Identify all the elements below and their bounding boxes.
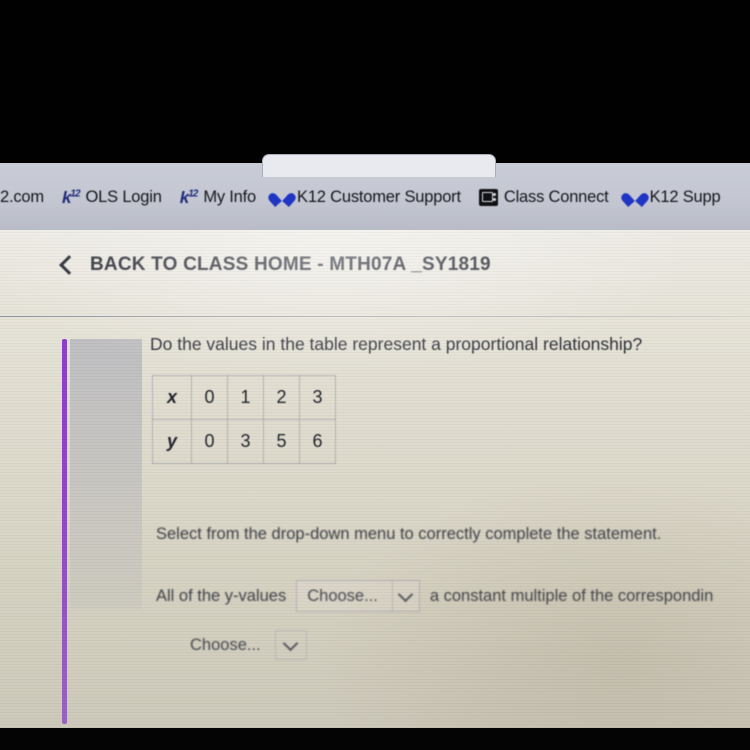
- dropdown-2[interactable]: Choose...: [180, 630, 307, 660]
- bookmark-label: 2.com: [0, 187, 44, 206]
- chevron-left-icon: [59, 254, 79, 275]
- table-cell: 0: [191, 419, 228, 464]
- chevron-down-icon: [274, 630, 307, 660]
- table-cell: 3: [299, 375, 336, 420]
- statement-suffix: a constant multiple of the correspondin: [429, 586, 714, 605]
- photo-letterbox-top: [0, 0, 750, 163]
- page-body: BACK TO CLASS HOME - MTH07A _SY1819 Do t…: [0, 230, 750, 728]
- back-to-class-home-link[interactable]: BACK TO CLASS HOME - MTH07A _SY1819: [59, 254, 491, 276]
- bookmark-item-k12-customer-support[interactable]: K12 Customer Support: [265, 182, 470, 212]
- heart-icon: [627, 190, 644, 205]
- chevron-down-icon: [391, 581, 419, 611]
- bookmark-label: K12 Customer Support: [297, 187, 461, 206]
- statement-prefix: All of the y-values: [156, 586, 287, 605]
- table-row-label: y: [152, 419, 192, 464]
- k12-logo-icon: k12: [179, 187, 199, 207]
- k12-logo-icon: k12: [61, 187, 81, 207]
- table-row: x 0 1 2 3: [152, 375, 336, 420]
- table-cell: 1: [227, 375, 264, 420]
- bookmark-item-ols-login[interactable]: k12 OLS Login: [53, 182, 171, 212]
- page-header: BACK TO CLASS HOME - MTH07A _SY1819: [0, 230, 750, 317]
- values-table: x 0 1 2 3 y 0 3 5 6: [152, 375, 336, 464]
- question-text: Do the values in the table represent a p…: [150, 334, 643, 354]
- table-cell: 2: [263, 375, 300, 420]
- question-panel: Do the values in the table represent a p…: [62, 318, 750, 728]
- dropdown-1[interactable]: Choose...: [296, 580, 420, 612]
- table-cell: 0: [191, 375, 228, 420]
- instruction-text: Select from the drop-down menu to correc…: [156, 525, 662, 543]
- table-cell: 5: [263, 419, 300, 464]
- statement-line-1: All of the y-values Choose... a constant…: [156, 580, 713, 612]
- bookmark-label: Class Connect: [503, 187, 609, 206]
- bookmarks-list: 2.com k12 OLS Login k12 My Info K12 Cust…: [0, 179, 750, 215]
- browser-tab[interactable]: [262, 154, 496, 177]
- table-cell: 3: [227, 419, 264, 464]
- screenshot-root: 2.com k12 OLS Login k12 My Info K12 Cust…: [0, 0, 750, 750]
- heart-icon: [274, 190, 291, 205]
- bookmark-label: OLS Login: [85, 187, 162, 206]
- dropdown-1-value: Choose...: [307, 586, 378, 605]
- back-link-label: BACK TO CLASS HOME - MTH07A _SY1819: [90, 254, 491, 275]
- bookmark-item-k12-support[interactable]: K12 Supp: [618, 182, 730, 212]
- side-gray-panel: [70, 339, 142, 609]
- statement-line-2: Choose...: [180, 630, 317, 660]
- bookmark-item-my-info[interactable]: k12 My Info: [171, 182, 265, 212]
- dropdown-2-value: Choose...: [190, 635, 261, 654]
- bookmark-label: My Info: [203, 187, 257, 206]
- bookmark-item-2com[interactable]: 2.com: [0, 182, 53, 212]
- bookmark-item-class-connect[interactable]: Class Connect: [470, 182, 618, 212]
- screen-icon: [478, 188, 498, 206]
- browser-bookmarks-bar: 2.com k12 OLS Login k12 My Info K12 Cust…: [0, 154, 750, 230]
- photo-letterbox-bottom: [0, 728, 750, 750]
- table-row: y 0 3 5 6: [152, 419, 336, 464]
- table-row-label: x: [152, 375, 192, 420]
- bookmark-label: K12 Supp: [649, 187, 721, 206]
- header-divider: [0, 316, 750, 317]
- purple-accent-bar: [62, 339, 67, 724]
- table-cell: 6: [299, 419, 336, 464]
